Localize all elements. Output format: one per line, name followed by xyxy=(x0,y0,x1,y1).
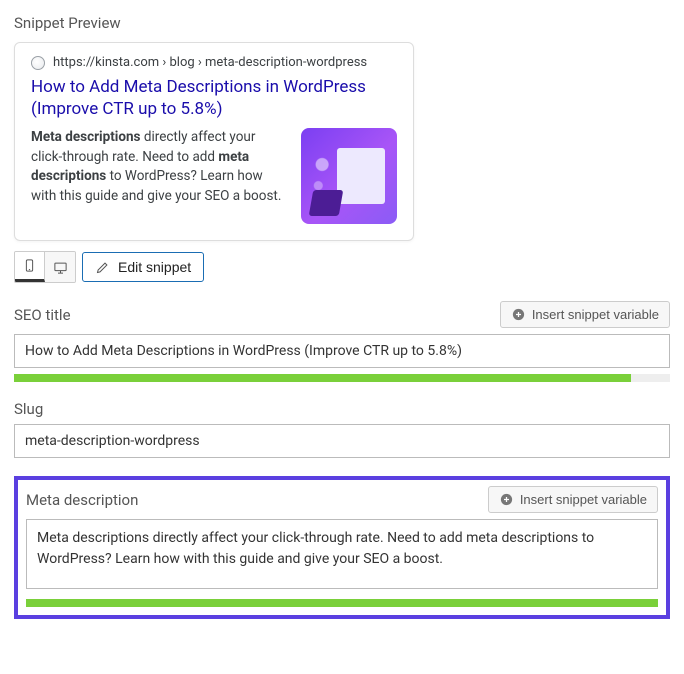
insert-variable-label: Insert snippet variable xyxy=(532,307,659,322)
meta-description-highlight: Meta description Insert snippet variable xyxy=(14,476,670,619)
seo-title-progress-fill xyxy=(14,374,631,382)
mobile-view-button[interactable] xyxy=(15,252,45,282)
seo-title-progress xyxy=(14,374,670,382)
insert-variable-button-title[interactable]: Insert snippet variable xyxy=(500,301,670,328)
slug-input[interactable] xyxy=(14,424,670,458)
slug-block: Slug xyxy=(14,400,670,458)
plus-circle-icon xyxy=(499,492,514,507)
preview-thumbnail xyxy=(301,128,397,224)
preview-toolbar: Edit snippet xyxy=(14,251,670,283)
desktop-icon xyxy=(53,260,68,275)
snippet-preview-card: https://kinsta.com › blog › meta-descrip… xyxy=(14,42,414,241)
globe-icon xyxy=(31,56,45,70)
insert-variable-label: Insert snippet variable xyxy=(520,492,647,507)
meta-description-input[interactable] xyxy=(26,519,658,589)
insert-variable-button-desc[interactable]: Insert snippet variable xyxy=(488,486,658,513)
pencil-icon xyxy=(95,260,110,275)
seo-title-block: SEO title Insert snippet variable xyxy=(14,301,670,382)
plus-circle-icon xyxy=(511,307,526,322)
meta-description-progress-fill xyxy=(26,599,658,607)
desktop-view-button[interactable] xyxy=(45,252,75,282)
seo-title-input[interactable] xyxy=(14,334,670,368)
meta-description-block: Meta description Insert snippet variable xyxy=(26,486,658,607)
mobile-icon xyxy=(22,258,37,273)
snippet-preview-heading: Snippet Preview xyxy=(14,14,670,32)
edit-snippet-button[interactable]: Edit snippet xyxy=(82,252,204,282)
meta-description-progress xyxy=(26,599,658,607)
preview-description: Meta descriptions directly affect your c… xyxy=(31,128,287,224)
slug-label: Slug xyxy=(14,400,43,418)
preview-url: https://kinsta.com › blog › meta-descrip… xyxy=(53,55,367,70)
device-toggle xyxy=(14,251,76,283)
preview-title: How to Add Meta Descriptions in WordPres… xyxy=(31,76,397,120)
meta-description-label: Meta description xyxy=(26,491,138,509)
edit-snippet-label: Edit snippet xyxy=(118,259,191,275)
seo-title-label: SEO title xyxy=(14,306,71,324)
